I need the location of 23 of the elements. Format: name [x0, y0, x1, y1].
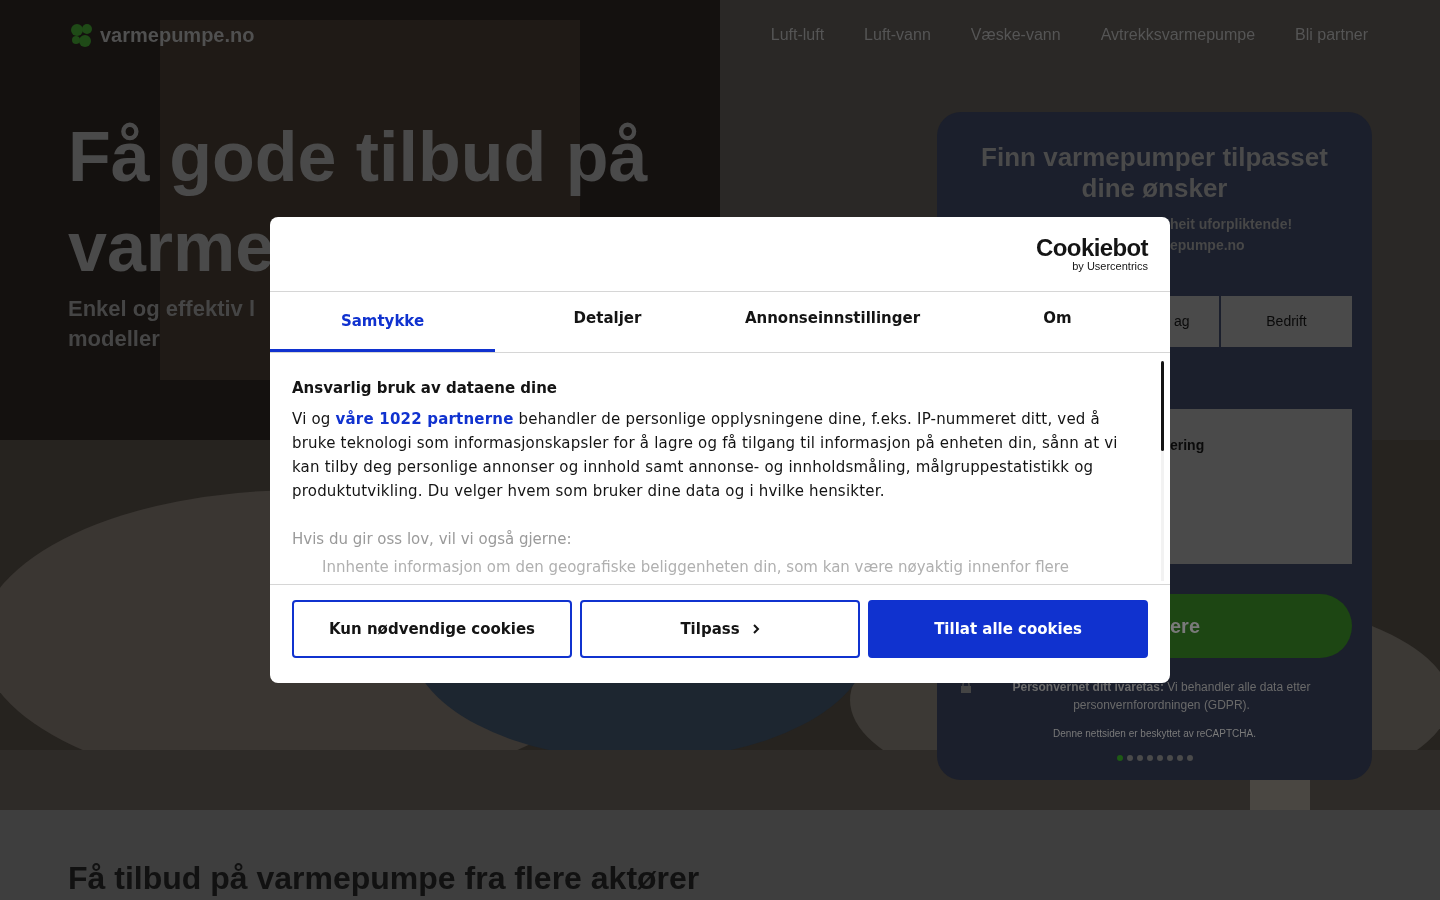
- purpose-item: Innhente informasjon om den geografiske beliggenheten din, som kan være nøyaktig innenfor flere: [321, 557, 1070, 578]
- dialog-tab[interactable]: Detaljer: [495, 292, 720, 352]
- permission-intro: Hvis du gir oss lov, vil vi også gjerne:: [292, 529, 573, 550]
- submit-button[interactable]: ere: [1170, 611, 1201, 641]
- consent-paragraph: Vi og våre 1022 partnerne behandler de personlige opplysningene dine, f.eks. IP-nummeret ditt, ved å bruke teknologi som informasjonskapsler for å lagre og få tilgang til informasjon på enheten din, sånn at vi kan tilby deg personlige annonser og innhold samt annonse- og innholdsmåling, målgruppestatistikk og produktutvikling. Du velger hvem som bruker dine data og i hvilke hensikter.: [292, 409, 1119, 502]
- recaptcha-note: Denne nettsiden er beskyttet av reCAPTCHA.: [1052, 727, 1257, 741]
- dialog-tab[interactable]: Samtykke: [270, 292, 495, 352]
- privacy-note: Personvernet ditt ivaretas: Vi behandler alle data etter personvernforordningen (GDPR).: [1011, 679, 1312, 714]
- cookie-button[interactable]: Kun nødvendige cookies: [292, 600, 572, 658]
- dialog-tab[interactable]: Om: [945, 292, 1170, 352]
- partners-link[interactable]: våre 1022 partnerne: [335, 410, 514, 428]
- chevron-icon: [751, 623, 760, 635]
- customer-type-tab[interactable]: ag: [1170, 296, 1219, 347]
- dialog-tab[interactable]: Annonseinnstillinger: [720, 292, 945, 352]
- customer-type-tab[interactable]: Bedrift: [1221, 296, 1352, 347]
- site-logo[interactable]: varmepumpe.no: [100, 20, 255, 50]
- cookiebot-logo: Cookiebot by Usercentrics: [1036, 236, 1148, 272]
- lock-icon: [961, 681, 971, 693]
- cookie-button[interactable]: Tillat alle cookies: [868, 600, 1148, 658]
- field-label: ering: [1170, 437, 1205, 453]
- text-area-field[interactable]: ering: [1170, 409, 1352, 564]
- dialog-heading: Ansvarlig bruk av dataene dine: [292, 378, 559, 399]
- cookie-button[interactable]: Tilpass: [580, 600, 860, 658]
